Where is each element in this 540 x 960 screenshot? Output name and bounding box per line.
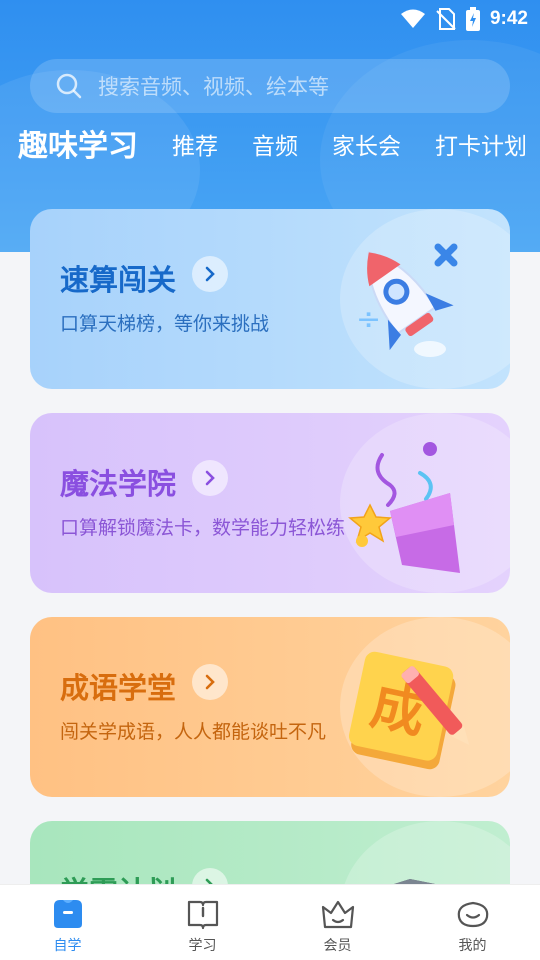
- card-speed-math[interactable]: 速算闯关 口算天梯榜，等你来挑战 ÷: [30, 209, 510, 389]
- crown-icon: [321, 900, 354, 929]
- card-title: 成语学堂: [60, 671, 177, 705]
- card-subtitle: 闯关学成语，人人都能谈吐不凡: [60, 721, 327, 743]
- nav-self-study[interactable]: 自学: [0, 885, 135, 960]
- card-subtitle: 口算解锁魔法卡，数学能力轻松练: [60, 517, 346, 539]
- rocket-icon: ÷: [356, 243, 458, 357]
- card-title: 速算闯关: [60, 263, 177, 297]
- tab-parent-meeting[interactable]: 家长会: [332, 122, 401, 172]
- chevron-right-icon[interactable]: [192, 460, 228, 496]
- nav-label: 自学: [53, 938, 82, 954]
- chevron-right-icon[interactable]: [192, 664, 228, 700]
- search-placeholder: 搜索音频、视频、绘本等: [98, 75, 329, 99]
- search-input[interactable]: 搜索音频、视频、绘本等: [30, 59, 510, 113]
- idiom-book-icon: 成: [348, 651, 470, 770]
- party-popper-icon: [348, 442, 460, 573]
- tab-checkin-plan[interactable]: 打卡计划: [435, 122, 527, 172]
- card-magic-academy[interactable]: 魔法学院 口算解锁魔法卡，数学能力轻松练: [30, 413, 510, 593]
- tab-fun-learning[interactable]: 趣味学习: [18, 122, 138, 172]
- chevron-right-icon[interactable]: [192, 256, 228, 292]
- smile-icon: [457, 901, 488, 928]
- card-idiom-school[interactable]: 成语学堂 闯关学成语，人人都能谈吐不凡 成: [30, 617, 510, 797]
- category-tabs: 趣味学习 推荐 音频 家长会 打卡计划: [18, 122, 540, 172]
- nav-label: 学习: [188, 938, 217, 954]
- battery-icon: [465, 7, 480, 31]
- nav-member[interactable]: 会员: [270, 885, 405, 960]
- wifi-icon: [400, 9, 425, 28]
- nav-study[interactable]: 学习: [135, 885, 270, 960]
- book-icon: [187, 900, 218, 930]
- status-time: 9:42: [489, 8, 528, 29]
- nav-label: 会员: [323, 938, 352, 954]
- tab-audio[interactable]: 音频: [252, 122, 298, 172]
- tab-recommend[interactable]: 推荐: [172, 122, 218, 172]
- bottom-nav: 自学 学习 会员 我的: [0, 884, 540, 960]
- no-sim-icon: [436, 8, 456, 30]
- svg-text:÷: ÷: [356, 302, 381, 337]
- card-title: 魔法学院: [60, 467, 177, 501]
- nav-mine[interactable]: 我的: [405, 885, 540, 960]
- card-subtitle: 口算天梯榜，等你来挑战: [60, 313, 270, 335]
- search-icon: [56, 73, 82, 99]
- self-study-icon: [53, 900, 82, 928]
- status-bar: 9:42: [0, 0, 540, 38]
- nav-label: 我的: [458, 938, 487, 954]
